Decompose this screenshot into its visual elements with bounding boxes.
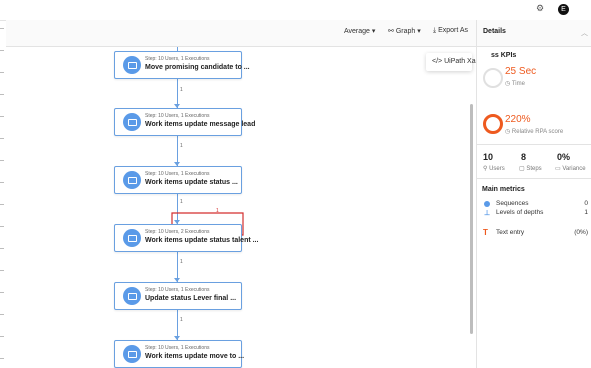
step-subtitle: Step: 10 Users, 1 Executions (145, 345, 210, 351)
step-node[interactable]: Step: 10 Users, 1 Executions Work items … (114, 166, 242, 194)
step-title: Work items update status talent ... (145, 237, 259, 244)
graph-icon: ⚯ (388, 28, 394, 35)
process-graph-canvas[interactable]: 1 1 1 1 1 1 Step: 10 Users, 1 Executions… (6, 47, 470, 368)
step-title: Work items update message lead (145, 121, 256, 128)
step-title: Update status Lever final ... (145, 295, 237, 302)
rpa-value: 220% (505, 114, 531, 125)
divider (477, 144, 591, 145)
metric-label: Levels of depths (496, 209, 544, 216)
export-menu: </> UiPath Xaml (426, 53, 483, 71)
step-title: Work items update move to ... (145, 353, 245, 360)
chevron-down-icon: ▾ (417, 28, 421, 35)
steps-icon: ▢ (519, 166, 525, 172)
step-node[interactable]: Step: 10 Users, 1 Executions Update stat… (114, 282, 242, 310)
step-node[interactable]: Step: 10 Users, 1 Executions Work items … (114, 340, 245, 368)
code-icon: </> (432, 58, 443, 65)
metric-row-sequences: Sequences 0 (482, 200, 590, 209)
rpa-ring-icon (483, 114, 503, 134)
metric-value: 1 (584, 209, 588, 216)
download-icon: ⤓ (433, 27, 437, 34)
metric-value: 0 (584, 200, 588, 207)
time-ring-icon (483, 68, 503, 88)
time-label: ◷ Time (505, 81, 525, 87)
details-panel: Details ︿ ss KPIs 25 Sec ◷ Time 220% ◷ R… (476, 20, 591, 368)
step-node[interactable]: Step: 10 Users, 1 Executions Move promis… (114, 51, 250, 79)
metric-label: Sequences (496, 200, 529, 207)
export-label: Export As (438, 27, 469, 34)
metric-value: (0%) (574, 229, 588, 236)
graph-label: Graph (395, 28, 416, 35)
step-node[interactable]: Step: 10 Users, 1 Executions Work items … (114, 108, 255, 136)
average-dropdown[interactable]: Average ▾ (344, 27, 375, 35)
step-title: Move promising candidate to ... (145, 64, 250, 71)
step-subtitle: Step: 10 Users, 1 Executions (145, 171, 210, 177)
users-label: ⚲ Users (483, 166, 505, 172)
users-value: 10 (483, 152, 494, 162)
graph-dropdown[interactable]: ⚯ Graph ▾ (388, 27, 421, 35)
step-subtitle: Step: 10 Users, 1 Executions (145, 56, 210, 62)
panel-title: Details (483, 28, 506, 35)
metric-row-text-entry: T Text entry (0%) (482, 228, 590, 238)
kpi-heading: ss KPIs (491, 52, 517, 59)
step-node[interactable]: Step: 10 Users, 2 Executions Work items … (114, 224, 258, 252)
time-value: 25 Sec (505, 66, 537, 77)
variance-value: 0% (557, 152, 571, 162)
text-entry-icon: T (483, 228, 488, 237)
average-label: Average (344, 28, 370, 35)
user-icon: ⚲ (483, 166, 488, 172)
step-subtitle: Step: 10 Users, 1 Executions (145, 113, 210, 119)
window-icon (123, 229, 141, 247)
variance-icon: ▭ (555, 166, 561, 172)
top-bar: ⚙ E (0, 0, 591, 21)
chevron-down-icon: ▾ (371, 28, 376, 35)
window-icon (123, 287, 141, 305)
step-subtitle: Step: 10 Users, 1 Executions (145, 287, 210, 293)
step-title: Work items update status ... (145, 179, 238, 186)
canvas-scrollbar[interactable] (470, 104, 473, 334)
loop-edge (171, 212, 244, 238)
loop-label: 1 (216, 208, 219, 214)
depth-icon: ⊥ (484, 210, 491, 217)
window-icon (123, 345, 141, 363)
step-subtitle: Step: 10 Users, 2 Executions (145, 229, 210, 235)
window-icon (123, 171, 141, 189)
sequence-dot-icon (484, 201, 490, 207)
clock-icon: ◷ (505, 81, 511, 87)
steps-value: 8 (521, 152, 527, 162)
main-metrics-title: Main metrics (482, 186, 525, 193)
variance-label: ▭ Variance (555, 166, 586, 172)
export-button[interactable]: ⤓ Export As (433, 27, 468, 35)
metric-label: Text entry (496, 229, 525, 236)
panel-header: Details ︿ (477, 20, 591, 47)
divider (477, 178, 591, 179)
metric-row-depths: ⊥ Levels of depths 1 (482, 209, 590, 218)
avatar[interactable]: E (558, 4, 569, 15)
rpa-label: ◷ Relative RPA score (505, 129, 564, 135)
clock-icon: ◷ (505, 129, 511, 135)
settings-icon[interactable]: ⚙ (536, 3, 544, 14)
chevron-up-icon[interactable]: ︿ (581, 28, 588, 38)
steps-label: ▢ Steps (519, 166, 542, 172)
window-icon (123, 56, 141, 74)
window-icon (123, 113, 141, 131)
